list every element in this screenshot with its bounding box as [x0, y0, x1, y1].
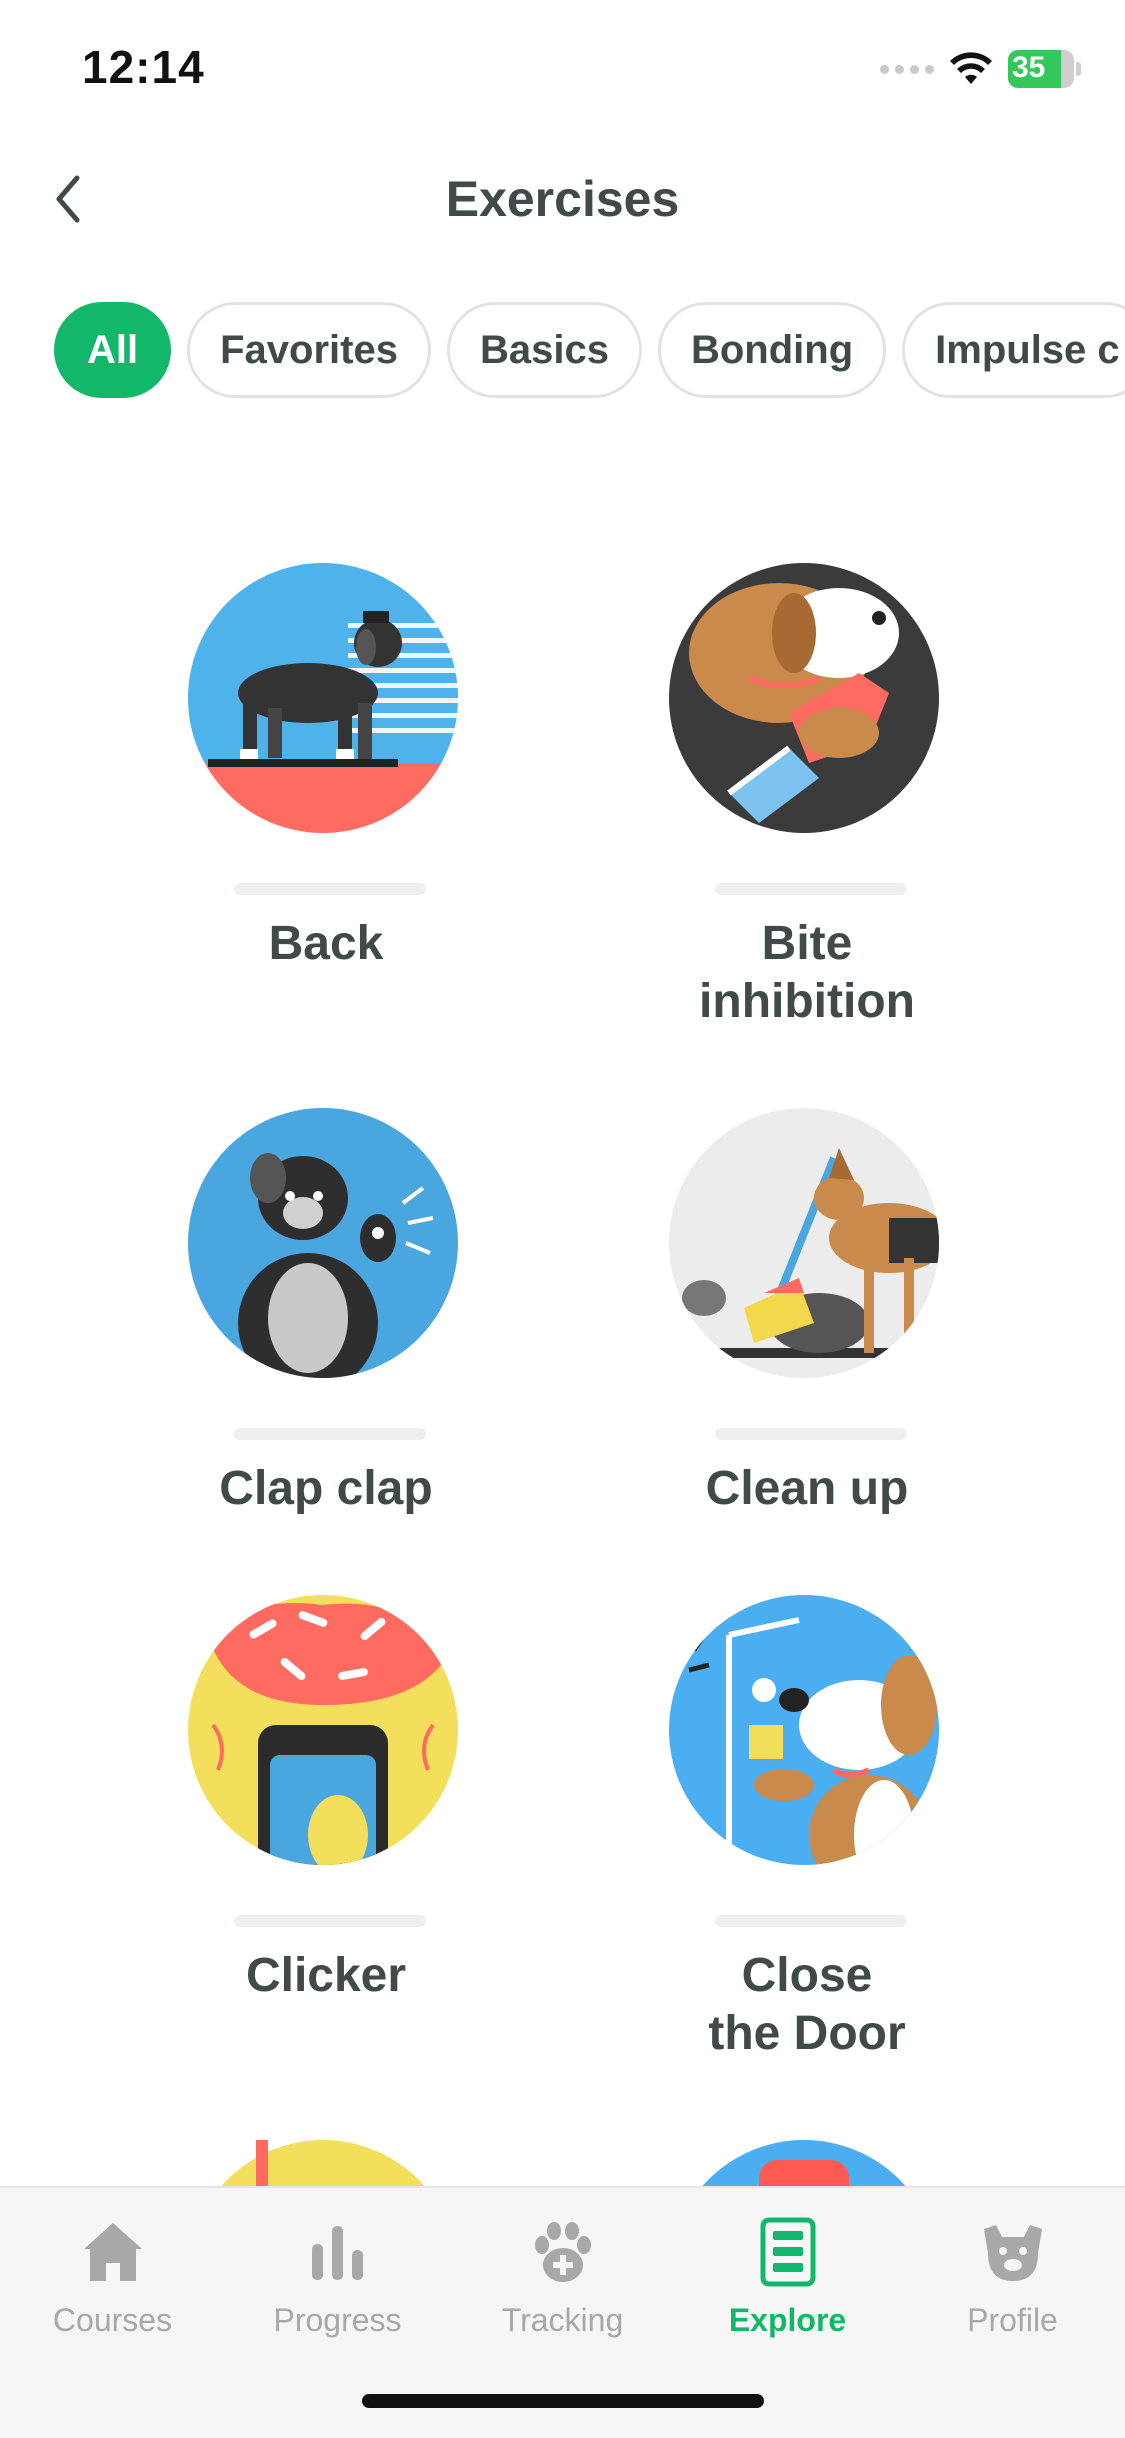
tab-label: Profile — [967, 2302, 1058, 2338]
tab-courses[interactable]: Courses — [0, 2212, 225, 2339]
dog-biting-toy-illustration — [669, 563, 939, 833]
exercise-label: Close the Door — [708, 1949, 906, 2060]
exercise-thumbnail-partial — [702, 2140, 906, 2186]
progress-bar — [715, 1915, 907, 1927]
dog-clapping-illustration — [188, 1108, 458, 1378]
exercise-label: Back — [268, 917, 384, 970]
clicker-device-illustration — [188, 1595, 458, 1865]
paw-plus-icon — [523, 2212, 603, 2292]
exercise-label: Clean up — [705, 1462, 909, 1515]
tab-label: Explore — [728, 2302, 847, 2338]
progress-bar — [234, 1915, 426, 1927]
battery-percentage: 35 — [1012, 51, 1046, 84]
home-indicator — [362, 2394, 764, 2408]
tab-explore[interactable]: Explore — [675, 2212, 900, 2339]
exercise-card-partial[interactable] — [669, 2140, 939, 2186]
dog-cleaning-illustration — [669, 1108, 939, 1378]
dog-face-icon — [973, 2212, 1053, 2292]
exercise-label: Bite inhibition — [699, 917, 915, 1028]
bar-chart-icon — [298, 2212, 378, 2292]
status-time: 12:14 — [82, 41, 205, 93]
dog-walking-backward-illustration — [188, 563, 458, 833]
status-bar: 12:14 35 — [0, 0, 1125, 140]
dog-closing-door-illustration — [669, 1595, 939, 1865]
tab-label: Courses — [52, 2302, 173, 2338]
battery-icon: 35 — [1008, 50, 1074, 88]
page-title: Exercises — [445, 171, 680, 227]
exercise-card-partial[interactable] — [188, 2140, 458, 2186]
wifi-icon — [950, 52, 992, 84]
status-icons: 35 — [880, 44, 1081, 94]
progress-bar — [234, 883, 426, 895]
home-icon — [73, 2212, 153, 2292]
tab-progress[interactable]: Progress — [225, 2212, 450, 2339]
tab-label: Progress — [273, 2302, 402, 2338]
explore-list-icon — [748, 2212, 828, 2292]
cellular-signal-icon — [880, 64, 934, 74]
exercise-label: Clicker — [245, 1949, 407, 2002]
filter-chip-favorites[interactable]: Favorites — [187, 302, 431, 398]
tab-tracking[interactable]: Tracking — [450, 2212, 675, 2339]
header: Exercises — [0, 150, 1125, 250]
filter-chip-all[interactable]: All — [54, 302, 172, 398]
filter-chip-impulse[interactable]: Impulse c — [902, 302, 1125, 398]
progress-bar — [234, 1428, 426, 1440]
filter-chips: All Favorites Basics Bonding Impulse c — [54, 302, 1125, 402]
filter-chip-bonding[interactable]: Bonding — [657, 302, 887, 398]
exercise-label: Clap clap — [219, 1462, 433, 1515]
progress-bar — [715, 1428, 907, 1440]
exercise-thumbnail-partial — [221, 2140, 425, 2186]
filter-chip-basics[interactable]: Basics — [446, 302, 642, 398]
battery-cap — [1076, 62, 1081, 76]
tab-profile[interactable]: Profile — [900, 2212, 1125, 2339]
progress-bar — [715, 883, 907, 895]
tab-label: Tracking — [501, 2302, 624, 2338]
